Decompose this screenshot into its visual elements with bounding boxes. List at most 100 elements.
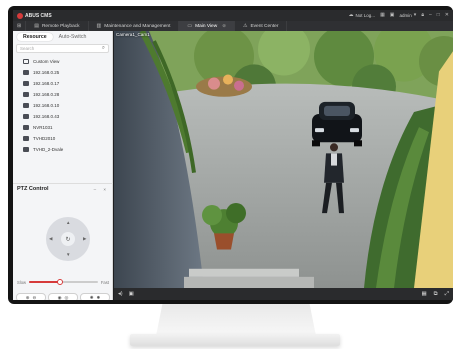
camera-label: Camera1_Cam1 — [116, 32, 150, 37]
monitor-stand-neck — [156, 304, 316, 336]
zoom-out-icon[interactable]: ⊖ — [33, 295, 37, 301]
ptz-header: PTZ Control – × — [13, 183, 113, 194]
resource-item[interactable]: 192.168.0.25 — [17, 67, 108, 78]
layout-split-icon[interactable]: ▦ — [421, 291, 426, 298]
audio-icon[interactable]: ◂) — [118, 291, 123, 297]
ptz-title: PTZ Control — [17, 186, 49, 192]
maintenance-icon: ▥ — [96, 22, 102, 29]
arrow-down-icon[interactable]: ▼ — [66, 252, 70, 257]
search-input[interactable]: Search ⌕ — [16, 44, 109, 53]
folder-icon — [23, 81, 29, 86]
playback-icon: ▤ — [34, 22, 39, 29]
resource-item[interactable]: 192.168.0.43 — [17, 111, 108, 122]
grid-icon — [23, 59, 29, 64]
panel-subtabs: Resource Auto-Switch — [13, 31, 112, 42]
arrow-left-icon[interactable]: ◀ — [49, 236, 52, 242]
video-toolbar-right: ▦ ⧉ ⤢ — [421, 291, 449, 298]
focus-far-icon[interactable]: ◎ — [65, 295, 69, 301]
resource-label: 192.168.0.10 — [33, 103, 60, 108]
resource-item[interactable]: 192.168.0.28 — [17, 89, 108, 100]
login-status[interactable]: ☁ Not Log... — [348, 12, 376, 19]
speed-slow-label: Slow — [17, 279, 27, 285]
user-name: admin — [399, 13, 412, 18]
resource-item[interactable]: TVHD_2-Dvale — [17, 144, 108, 155]
arrow-right-icon[interactable]: ▶ — [83, 236, 86, 242]
tab-maintenance[interactable]: ▥ Maintenance and Management — [89, 21, 180, 31]
ptz-center-button[interactable]: ↻ — [61, 232, 75, 246]
tab-event-center[interactable]: ⚠ Event Center — [235, 21, 288, 31]
ptz-collapse-controls[interactable]: – × — [94, 187, 109, 192]
product-mockup: ABUS CMS ☁ Not Log... ▦ ▣ admin ▾ 🔒︎ – □… — [0, 0, 453, 349]
resource-label: TVHD_2-Dvale — [33, 147, 64, 152]
module-grid-button[interactable]: ⊞ — [13, 21, 27, 31]
lock-icon[interactable]: 🔒︎ — [421, 13, 424, 18]
tab-label: Remote Playback — [41, 23, 80, 29]
speed-fast-label: Fast — [100, 279, 109, 285]
resource-list: Custom View 192.168.0.25 192.168.0.17 19… — [13, 55, 112, 156]
user-menu[interactable]: admin ▾ — [399, 12, 417, 19]
folder-icon — [23, 92, 29, 97]
resource-item[interactable]: NVR1031 — [17, 122, 108, 133]
resource-label: NVR1031 — [33, 125, 53, 130]
folder-icon — [23, 136, 29, 141]
iris-button-group[interactable]: ✺ ✹ — [80, 293, 110, 300]
monitor-icon[interactable]: ▣ — [390, 13, 395, 18]
logo-icon — [17, 12, 23, 19]
resource-label: 192.168.0.28 — [33, 92, 60, 97]
resource-label: Custom View — [33, 59, 60, 64]
close-icon[interactable]: ✕ — [445, 13, 449, 18]
resource-item-custom-view[interactable]: Custom View — [17, 56, 108, 67]
resource-label: 192.168.0.25 — [33, 70, 60, 75]
chevron-down-icon: ▾ — [413, 12, 417, 18]
cloud-icon: ☁ — [348, 12, 354, 18]
folder-icon — [23, 125, 29, 130]
iris-close-icon[interactable]: ✹ — [97, 295, 101, 301]
zoom-button-group[interactable]: ⊕ ⊖ — [16, 293, 46, 300]
resource-label: TVHD2010 — [33, 136, 56, 141]
video-toolbar: ◂) ▣ ▦ ⧉ ⤢ — [114, 288, 453, 300]
resource-label: 192.168.0.43 — [33, 114, 60, 119]
login-status-text: Not Log... — [355, 13, 376, 18]
speed-slider-track[interactable] — [29, 279, 98, 285]
app-window: ABUS CMS ☁ Not Log... ▦ ▣ admin ▾ 🔒︎ – □… — [13, 10, 453, 300]
subtab-auto-switch[interactable]: Auto-Switch — [53, 33, 93, 41]
maximize-icon[interactable]: □ — [437, 13, 440, 18]
speed-slider-thumb[interactable] — [57, 279, 64, 285]
search-icon[interactable]: ⌕ — [102, 45, 105, 52]
resource-panel: Resource Auto-Switch Search ⌕ Custom Vie… — [13, 31, 113, 300]
iris-open-icon[interactable]: ✺ — [90, 295, 94, 301]
camera-feed-image — [114, 31, 453, 288]
tab-main-view[interactable]: ▭ Main View ⊗ — [179, 21, 235, 31]
subtab-resource[interactable]: Resource — [17, 32, 53, 41]
resource-label: 192.168.0.17 — [33, 81, 60, 86]
ptz-speed-slider: Slow Fast — [17, 278, 109, 286]
ptz-button-row: ⊕ ⊖ ◉ ◎ ✺ ✹ — [16, 293, 110, 300]
layout-icon[interactable]: ▦ — [380, 13, 385, 18]
app-name: ABUS CMS — [25, 12, 52, 19]
window-division-icon[interactable]: ⧉ — [434, 291, 438, 298]
zoom-in-icon[interactable]: ⊕ — [26, 295, 30, 301]
live-video-view[interactable]: Camera1_Cam1 — [114, 31, 453, 288]
folder-icon — [23, 70, 29, 75]
resource-item[interactable]: 192.168.0.10 — [17, 100, 108, 111]
folder-icon — [23, 114, 29, 119]
focus-near-icon[interactable]: ◉ — [58, 295, 62, 301]
monitor-stand-base — [130, 334, 340, 346]
refresh-icon: ↻ — [65, 236, 71, 243]
module-tab-bar: ⊞ ▤ Remote Playback ▥ Maintenance and Ma… — [13, 21, 453, 31]
resource-item[interactable]: 192.168.0.17 — [17, 78, 108, 89]
focus-button-group[interactable]: ◉ ◎ — [48, 293, 78, 300]
tab-label: Main View — [195, 23, 218, 29]
apps-grid-icon: ⊞ — [17, 22, 22, 29]
tab-remote-playback[interactable]: ▤ Remote Playback — [26, 21, 89, 31]
minimize-icon[interactable]: – — [429, 13, 432, 18]
arrow-up-icon[interactable]: ▲ — [66, 220, 70, 225]
record-icon[interactable]: ▣ — [129, 291, 134, 297]
ptz-direction-pad[interactable]: ▲ ▼ ◀ ▶ ↻ — [46, 217, 90, 261]
search-placeholder: Search — [20, 46, 35, 51]
title-bar: ABUS CMS ☁ Not Log... ▦ ▣ admin ▾ 🔒︎ – □… — [13, 10, 453, 21]
tab-close-icon[interactable]: ⊗ — [222, 23, 226, 29]
fullscreen-icon[interactable]: ⤢ — [445, 291, 449, 298]
resource-item[interactable]: TVHD2010 — [17, 133, 108, 144]
title-controls: ☁ Not Log... ▦ ▣ admin ▾ 🔒︎ – □ ✕ — [348, 12, 449, 19]
